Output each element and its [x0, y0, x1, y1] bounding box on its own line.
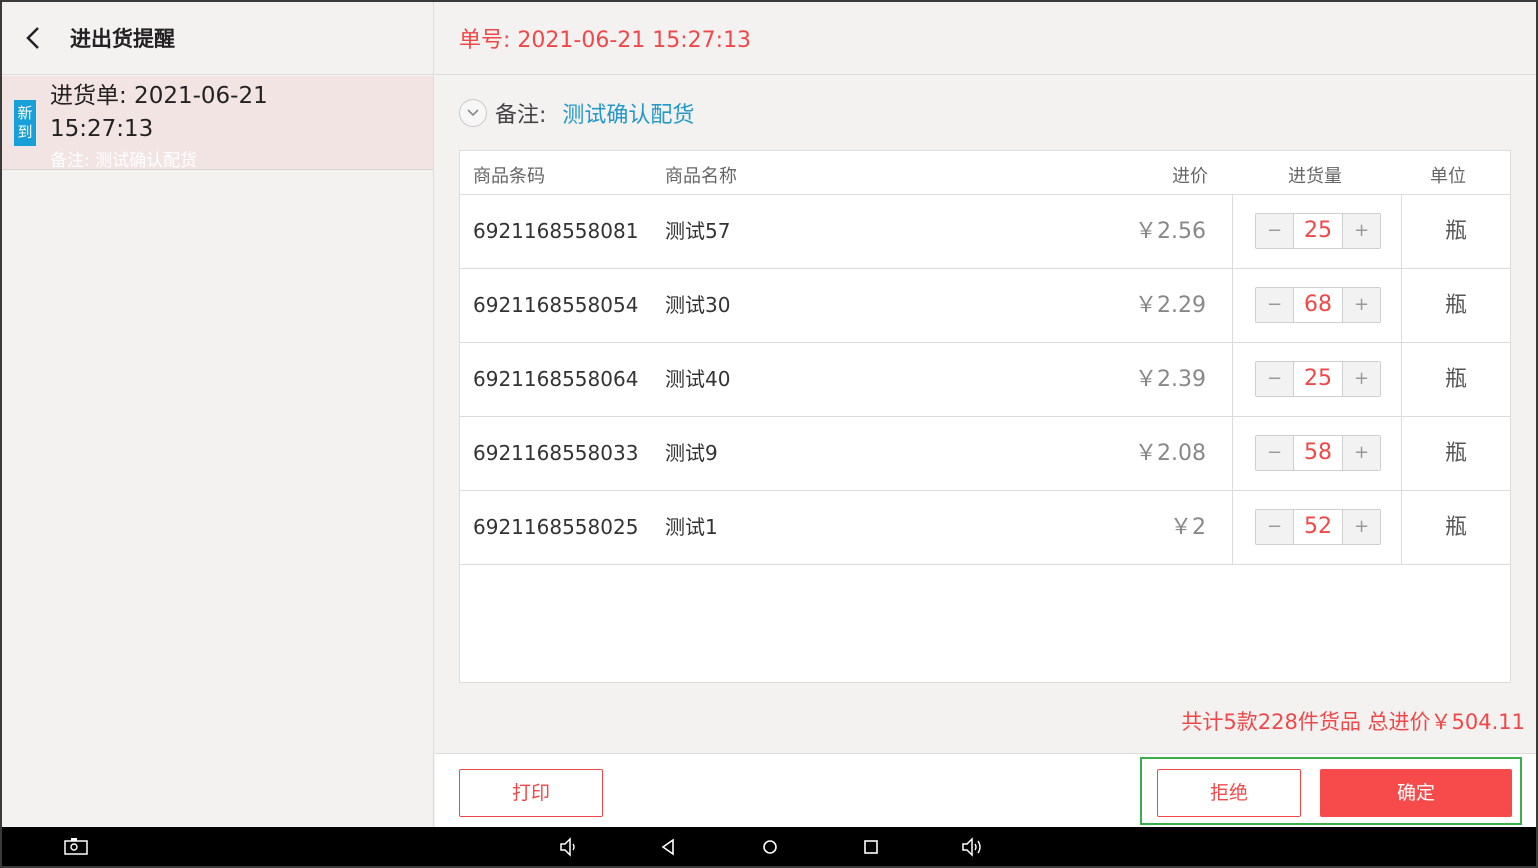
decrease-button[interactable]: −	[1256, 362, 1294, 396]
screenshot-icon[interactable]	[64, 836, 88, 858]
row-code: 6921168558064	[473, 367, 639, 391]
remark-value: 测试确认配货	[562, 103, 695, 128]
row-price: ￥2.39	[1135, 367, 1206, 392]
left-header: 进出货提醒	[2, 2, 433, 75]
table-row: 6921168558033 测试9 ￥2.08 − 58 + 瓶	[460, 417, 1510, 491]
row-price: ￥2	[1170, 515, 1206, 540]
decrease-button[interactable]: −	[1256, 214, 1294, 248]
row-name: 测试30	[665, 293, 731, 317]
quantity-value[interactable]: 52	[1294, 510, 1342, 544]
row-name: 测试40	[665, 367, 731, 391]
header-unit: 单位	[1430, 166, 1466, 187]
quantity-value[interactable]: 68	[1294, 288, 1342, 322]
order-list-item[interactable]: 新到 进货单: 2021-06-21 15:27:13 备注: 测试确认配货	[2, 76, 433, 171]
recents-square-icon[interactable]	[860, 836, 882, 858]
row-price: ￥2.29	[1135, 293, 1206, 318]
quantity-value[interactable]: 25	[1294, 362, 1342, 396]
table-header: 商品条码 商品名称 进价 进货量 单位	[460, 151, 1510, 195]
header-qty: 进货量	[1288, 166, 1342, 187]
header-code: 商品条码	[473, 166, 545, 187]
volume-down-icon[interactable]	[558, 836, 580, 858]
decrease-button[interactable]: −	[1256, 288, 1294, 322]
remark-label: 备注:	[495, 103, 547, 128]
action-footer: 打印 拒绝 确定	[435, 753, 1536, 827]
back-arrow-icon[interactable]	[24, 25, 44, 51]
increase-button[interactable]: +	[1342, 362, 1380, 396]
decrease-button[interactable]: −	[1256, 510, 1294, 544]
row-unit: 瓶	[1444, 293, 1467, 318]
quantity-stepper: − 52 +	[1255, 509, 1381, 545]
order-number-header: 单号: 2021-06-21 15:27:13	[435, 2, 1536, 75]
header-name: 商品名称	[665, 166, 737, 187]
row-qty-cell: − 25 +	[1232, 343, 1402, 416]
app-window: 进出货提醒 新到 进货单: 2021-06-21 15:27:13 备注: 测试…	[2, 2, 1536, 827]
row-qty-cell: − 68 +	[1232, 269, 1402, 342]
order-summary: 共计5款228件货品 总进价￥504.11	[1181, 710, 1525, 734]
print-button[interactable]: 打印	[459, 769, 603, 817]
quantity-value[interactable]: 58	[1294, 436, 1342, 470]
row-qty-cell: − 58 +	[1232, 417, 1402, 490]
increase-button[interactable]: +	[1342, 214, 1380, 248]
row-code: 6921168558081	[473, 219, 639, 243]
order-item-title: 进货单: 2021-06-21 15:27:13	[50, 83, 268, 142]
system-nav-bar	[2, 827, 1536, 866]
row-qty-cell: − 52 +	[1232, 491, 1402, 564]
table-row: 6921168558081 测试57 ￥2.56 − 25 + 瓶	[460, 195, 1510, 269]
increase-button[interactable]: +	[1342, 288, 1380, 322]
goods-table: 商品条码 商品名称 进价 进货量 单位 6921168558081 测试57 ￥…	[459, 150, 1511, 683]
row-unit: 瓶	[1444, 219, 1467, 244]
remark-row: 备注: 测试确认配货	[459, 96, 694, 130]
table-row: 6921168558025 测试1 ￥2 − 52 + 瓶	[460, 491, 1510, 565]
confirm-button[interactable]: 确定	[1320, 769, 1512, 817]
row-qty-cell: − 25 +	[1232, 195, 1402, 268]
decrease-button[interactable]: −	[1256, 436, 1294, 470]
row-unit: 瓶	[1444, 367, 1467, 392]
row-code: 6921168558054	[473, 293, 639, 317]
header-price: 进价	[1172, 166, 1208, 187]
increase-button[interactable]: +	[1342, 510, 1380, 544]
row-name: 测试1	[665, 515, 718, 539]
reject-button[interactable]: 拒绝	[1157, 769, 1301, 817]
table-row: 6921168558054 测试30 ￥2.29 − 68 + 瓶	[460, 269, 1510, 343]
chevron-down-icon[interactable]	[459, 99, 487, 127]
row-unit: 瓶	[1444, 515, 1467, 540]
volume-up-icon[interactable]	[960, 836, 982, 858]
order-number: 单号: 2021-06-21 15:27:13	[459, 28, 752, 53]
quantity-value[interactable]: 25	[1294, 214, 1342, 248]
quantity-stepper: − 58 +	[1255, 435, 1381, 471]
row-code: 6921168558025	[473, 515, 639, 539]
row-price: ￥2.56	[1135, 219, 1206, 244]
right-panel: 单号: 2021-06-21 15:27:13 备注: 测试确认配货 商品条码 …	[435, 2, 1536, 827]
page-title: 进出货提醒	[70, 27, 175, 51]
row-name: 测试9	[665, 441, 718, 465]
quantity-stepper: − 25 +	[1255, 213, 1381, 249]
table-row: 6921168558064 测试40 ￥2.39 − 25 + 瓶	[460, 343, 1510, 417]
quantity-stepper: − 25 +	[1255, 361, 1381, 397]
back-triangle-icon[interactable]	[658, 836, 680, 858]
row-name: 测试57	[665, 219, 731, 243]
row-price: ￥2.08	[1135, 441, 1206, 466]
row-unit: 瓶	[1444, 441, 1467, 466]
quantity-stepper: − 68 +	[1255, 287, 1381, 323]
home-circle-icon[interactable]	[759, 836, 781, 858]
order-item-note: 备注: 测试确认配货	[50, 151, 198, 171]
new-badge: 新到	[14, 100, 36, 146]
left-panel: 进出货提醒 新到 进货单: 2021-06-21 15:27:13 备注: 测试…	[2, 2, 434, 827]
row-code: 6921168558033	[473, 441, 639, 465]
increase-button[interactable]: +	[1342, 436, 1380, 470]
